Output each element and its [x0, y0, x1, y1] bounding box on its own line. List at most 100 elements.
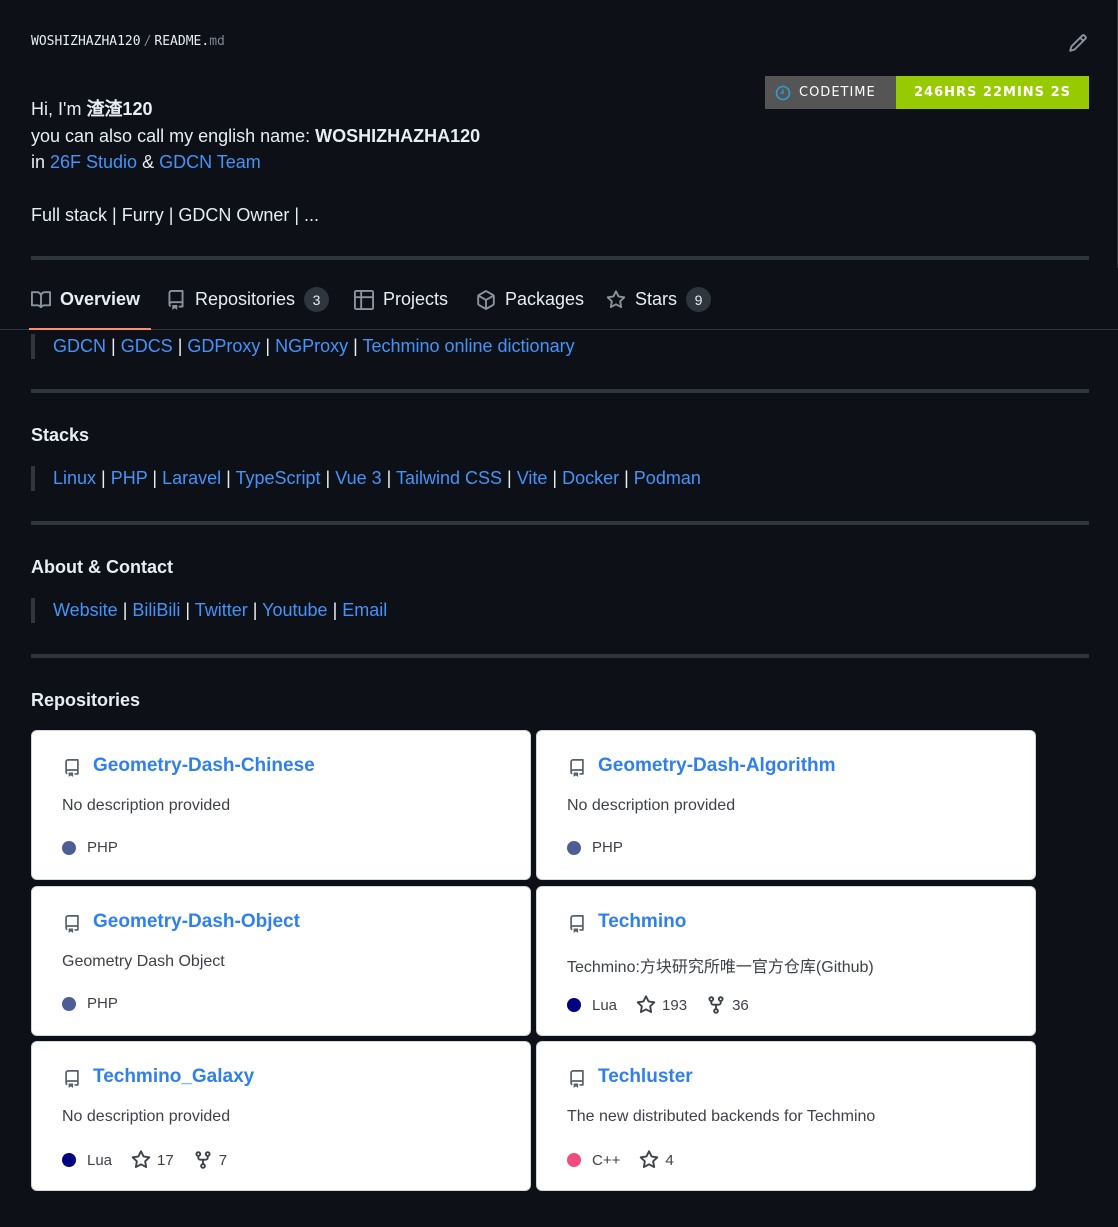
pencil-icon[interactable] [1068, 33, 1088, 53]
table-icon [354, 289, 374, 310]
tab-projects-label: Projects [383, 289, 449, 309]
project-link-gdcn[interactable]: GDCN [53, 336, 106, 356]
in-prefix: in [31, 152, 51, 172]
repo-name-link[interactable]: Geometry-Dash-Object [93, 911, 300, 933]
language-dot [62, 840, 76, 855]
repo-stars-count: 17 [157, 1151, 174, 1169]
repo-card[interactable]: Geometry-Dash-Chinese No description pro… [31, 730, 531, 880]
star-icon [640, 1150, 659, 1169]
stack-link-docker[interactable]: Docker [562, 468, 619, 488]
repo-meta: PHP [567, 839, 623, 856]
tab-stars[interactable]: Stars 9 [605, 270, 712, 329]
repo-description: No description provided [62, 1108, 231, 1125]
tab-overview[interactable]: Overview [28, 270, 152, 330]
contact-link-twitter[interactable]: Twitter [195, 600, 248, 620]
repo-stars[interactable]: 17 [131, 1150, 174, 1170]
fork-icon [195, 1151, 211, 1169]
tab-repositories-label: Repositories [195, 289, 296, 309]
language-dot [62, 996, 76, 1011]
divider [31, 256, 1089, 260]
codetime-badge[interactable]: CODETIME 246HRS 22MINS 2S [765, 76, 1089, 109]
path-separator: / [143, 34, 152, 49]
repo-description: No description provided [62, 797, 231, 814]
repo-forks[interactable]: 36 [706, 995, 749, 1015]
repo-icon [570, 759, 584, 777]
badge-label-text: CODETIME [799, 85, 876, 100]
repo-description: Techmino:方块研究所唯一官方仓库(Github) [567, 959, 874, 976]
readme-box: WOSHIZHAZHA120/README.md CODETIME 246HRS… [0, 0, 1118, 268]
repo-name-link[interactable]: Techmino_Galaxy [93, 1066, 254, 1088]
readme-path: WOSHIZHAZHA120/README.md [31, 34, 225, 49]
contact-link-email[interactable]: Email [342, 600, 387, 620]
repo-description: The new distributed backends for Techmin… [567, 1108, 876, 1125]
repo-forks[interactable]: 7 [193, 1150, 227, 1170]
badge-label: CODETIME [765, 76, 896, 109]
language-dot [62, 1153, 76, 1167]
repo-language: C++ [592, 1151, 621, 1169]
stacks-heading: Stacks [31, 425, 90, 445]
repo-card[interactable]: Techluster The new distributed backends … [536, 1041, 1036, 1191]
repo-icon [168, 289, 184, 310]
profile-tabs: Overview Repositories 3 Projects Package… [0, 270, 1118, 330]
projects-quote: GDCN | GDCS | GDProxy | NGProxy | Techmi… [31, 334, 575, 359]
readme-file-ext: md [209, 34, 225, 49]
tab-stars-label: Stars [635, 289, 678, 309]
repo-name-link[interactable]: Techluster [598, 1066, 693, 1088]
badge-value: 246HRS 22MINS 2S [896, 76, 1089, 109]
stack-link-linux[interactable]: Linux [53, 468, 96, 488]
repo-meta: PHP [62, 995, 118, 1012]
tab-packages[interactable]: Packages [475, 270, 585, 329]
clock-icon [775, 85, 791, 100]
project-link-gdproxy[interactable]: GDProxy [187, 336, 260, 356]
repo-name-link[interactable]: Geometry-Dash-Algorithm [598, 755, 836, 777]
stack-link-typescript[interactable]: TypeScript [236, 468, 321, 488]
contact-link-website[interactable]: Website [53, 600, 118, 620]
team-link[interactable]: GDCN Team [159, 152, 261, 172]
tab-projects[interactable]: Projects [353, 270, 449, 329]
studio-link[interactable]: 26F Studio [50, 152, 137, 172]
repo-language: Lua [592, 996, 618, 1014]
repo-name-link[interactable]: Geometry-Dash-Chinese [93, 755, 315, 777]
contact-link-bilibili[interactable]: BiliBili [132, 600, 180, 620]
repositories-heading: Repositories [31, 690, 141, 710]
repo-language: PHP [87, 995, 118, 1012]
repo-card[interactable]: Techmino Techmino:方块研究所唯一官方仓库(Github) Lu… [536, 886, 1036, 1036]
tab-repositories[interactable]: Repositories 3 [165, 270, 330, 329]
english-prefix: you can also call my english name: [31, 125, 316, 146]
english-name: WOSHIZHAZHA120 [315, 125, 481, 146]
repo-stars[interactable]: 193 [636, 995, 687, 1015]
repo-icon [65, 1070, 79, 1088]
divider [31, 389, 1089, 393]
divider [31, 521, 1089, 525]
stack-link-vite[interactable]: Vite [517, 468, 548, 488]
stack-link-php[interactable]: PHP [111, 468, 148, 488]
repo-language: PHP [87, 839, 118, 856]
project-link-ngproxy[interactable]: NGProxy [275, 336, 348, 356]
amp-text: & [137, 152, 160, 172]
project-link-gdcs[interactable]: GDCS [121, 336, 173, 356]
repo-meta: Lua 17 7 [62, 1150, 227, 1170]
stack-link-vue[interactable]: Vue 3 [335, 468, 381, 488]
repo-icon [65, 915, 79, 933]
stacks-quote: Linux | PHP | Laravel | TypeScript | Vue… [31, 466, 701, 491]
intro-text: Hi, I'm 渣渣120 you can also call my engli… [31, 96, 480, 229]
repo-card[interactable]: Geometry-Dash-Object Geometry Dash Objec… [31, 886, 531, 1036]
repo-card[interactable]: Techmino_Galaxy No description provided … [31, 1041, 531, 1191]
stack-link-podman[interactable]: Podman [634, 468, 701, 488]
repo-card[interactable]: Geometry-Dash-Algorithm No description p… [536, 730, 1036, 880]
package-icon [477, 289, 495, 310]
divider [31, 654, 1089, 658]
stack-link-laravel[interactable]: Laravel [162, 468, 221, 488]
repo-name-link[interactable]: Techmino [598, 911, 686, 933]
repo-stars[interactable]: 4 [639, 1150, 674, 1170]
contact-link-youtube[interactable]: Youtube [262, 600, 327, 620]
about-heading: About & Contact [31, 557, 173, 577]
star-icon [131, 1150, 151, 1169]
project-link-techmino-dictionary[interactable]: Techmino online dictionary [362, 336, 574, 356]
readme-owner-link[interactable]: WOSHIZHAZHA120 [31, 34, 141, 49]
repo-stars-count: 4 [665, 1151, 674, 1169]
repo-forks-count: 36 [732, 996, 749, 1014]
readme-file-name: README. [154, 34, 210, 49]
stack-link-tailwind[interactable]: Tailwind CSS [396, 468, 502, 488]
tab-packages-label: Packages [505, 289, 585, 309]
